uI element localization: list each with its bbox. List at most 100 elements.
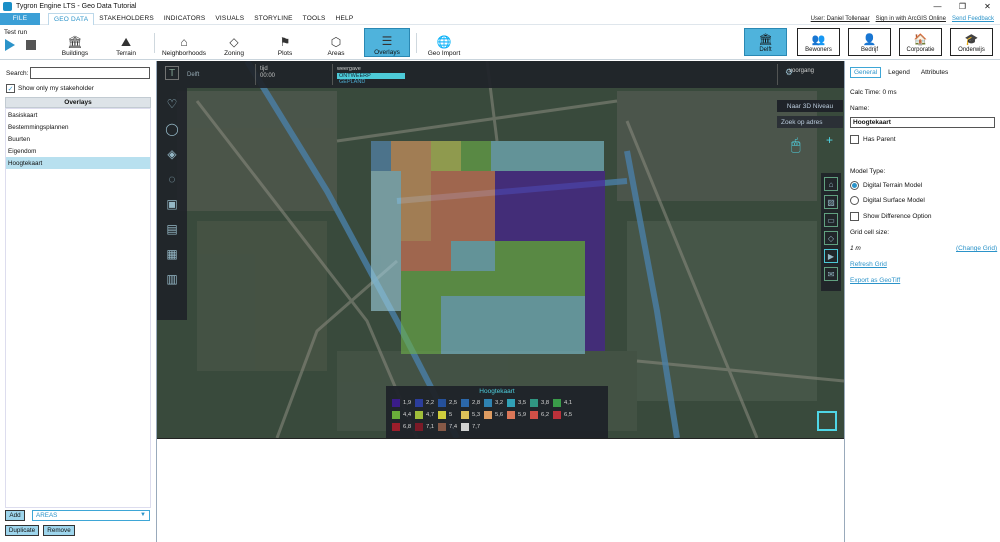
tool-terrain[interactable]: ⛰ Terrain — [110, 28, 142, 57]
change-grid-link[interactable]: (Change Grid) — [956, 245, 997, 252]
legend-value: 4,7 — [426, 412, 435, 418]
legend-entry: 5,3 — [461, 410, 484, 420]
arcgis-link[interactable]: Sign in with ArcGIS Online — [876, 16, 946, 22]
legend-entry: 3,2 — [484, 398, 507, 408]
legend-entry: 4,1 — [553, 398, 576, 408]
voorgang-label: voorgang — [789, 68, 815, 74]
legend-entry: 3,8 — [530, 398, 553, 408]
overlay-toggle-icon[interactable]: ▶ — [824, 249, 838, 263]
minimize-button[interactable]: — — [925, 0, 950, 13]
bubble-icon[interactable]: ◌ — [163, 170, 181, 188]
heart-icon[interactable]: ♡ — [163, 95, 181, 113]
legend-value: 4,4 — [403, 412, 412, 418]
properties-panel: General Legend Attributes Calc Time: 0 m… — [844, 61, 1000, 542]
tab-general[interactable]: General — [850, 67, 882, 78]
gepland-option[interactable]: GEPLAND — [337, 79, 405, 85]
name-input[interactable]: Hoogtekaart — [850, 117, 995, 128]
feedback-link[interactable]: Send Feedback — [952, 16, 994, 22]
legend-entry: 4,7 — [415, 410, 438, 420]
legend-value: 6,8 — [403, 424, 412, 430]
home-icon[interactable]: ⌂ — [824, 177, 838, 191]
remove-button[interactable]: Remove — [43, 525, 75, 536]
maximize-button[interactable]: ❐ — [950, 0, 975, 13]
tool-plots[interactable]: ⚑ Plots — [272, 28, 298, 57]
image-icon[interactable]: ▨ — [824, 195, 838, 209]
list-item[interactable]: Eigendom — [6, 145, 150, 157]
plus-icon[interactable]: + — [826, 133, 833, 147]
tool-geo-import[interactable]: 🌐 Geo Import — [426, 28, 462, 57]
menu-indicators[interactable]: INDICATORS — [159, 13, 211, 25]
stakeholder-delft[interactable]: 🏛 Delft — [744, 28, 787, 56]
stakeholder-icon: 👤 — [862, 34, 877, 46]
legend-swatch — [415, 411, 423, 419]
menu-storyline[interactable]: STORYLINE — [249, 13, 297, 25]
menu-stakeholders[interactable]: STAKEHOLDERS — [94, 13, 159, 25]
dtm-radio[interactable]: Digital Terrain Model — [850, 181, 922, 190]
list-icon[interactable]: ▦ — [163, 245, 181, 263]
tab-legend[interactable]: Legend — [884, 67, 914, 78]
legend-entry: 4,4 — [392, 410, 415, 420]
road-icon[interactable]: ▤ — [163, 220, 181, 238]
menu-visuals[interactable]: VISUALS — [210, 13, 249, 25]
plots-icon: ⚑ — [279, 35, 291, 49]
tool-areas[interactable]: ⬡ Areas — [322, 28, 350, 57]
list-item[interactable]: Basiskaart — [6, 109, 150, 121]
overlay-type-select[interactable]: AREAS ▼ — [32, 510, 150, 521]
menu-help[interactable]: HELP — [331, 13, 359, 25]
divider — [332, 64, 333, 85]
refresh-grid-link[interactable]: Refresh Grid — [850, 261, 887, 268]
naar-3d-button[interactable]: Naar 3D Niveau — [777, 100, 843, 112]
search-input[interactable] — [30, 67, 150, 79]
weergave-selector[interactable]: weergave ONTWEERP GEPLAND — [337, 66, 405, 85]
duplicate-button[interactable]: Duplicate — [5, 525, 39, 536]
menu-geo-data[interactable]: GEO DATA — [48, 12, 95, 25]
list-item[interactable]: Buurten — [6, 133, 150, 145]
tool-overlays[interactable]: ☰ Overlays — [364, 28, 410, 57]
file-menu[interactable]: FILE — [0, 12, 40, 25]
panel-icon[interactable]: ▭ — [824, 213, 838, 227]
message-icon[interactable]: ✉ — [824, 267, 838, 281]
search-label: Search: — [6, 70, 29, 77]
legend-value: 6,2 — [541, 412, 550, 418]
legend-value: 7,1 — [426, 424, 435, 430]
play-icon[interactable] — [5, 39, 15, 51]
stop-icon[interactable] — [26, 40, 36, 50]
satellite-map — [157, 61, 844, 438]
stakeholder-bedrijf[interactable]: 👤 Bedrijf — [848, 28, 891, 56]
tool-neighborhoods[interactable]: ⌂ Neighborhoods — [162, 28, 206, 57]
list-item[interactable]: Bestemmingsplannen — [6, 121, 150, 133]
dsm-radio[interactable]: Digital Surface Model — [850, 196, 925, 205]
stakeholder-onderwijs[interactable]: 🎓 Onderwijs — [950, 28, 993, 56]
stakeholder-corporatie[interactable]: 🏠 Corporatie — [899, 28, 942, 56]
menu-tools[interactable]: TOOLS — [298, 13, 331, 25]
doc-icon[interactable]: ▥ — [163, 270, 181, 288]
legend-value: 1,9 — [403, 400, 412, 406]
overlays-icon: ☰ — [381, 34, 393, 48]
fullscreen-icon[interactable] — [817, 411, 837, 431]
chat-icon[interactable]: ◯ — [163, 120, 181, 138]
difference-checkbox[interactable]: Show Difference Option — [850, 212, 932, 221]
overlays-header: Overlays — [5, 97, 151, 108]
user-bar: User: Daniel Tollenaar Sign in with ArcG… — [811, 13, 994, 25]
legend-swatch — [415, 399, 423, 407]
tool-buildings[interactable]: 🏛 Buildings — [60, 28, 90, 57]
show-only-stakeholder-checkbox[interactable]: ✓ Show only my stakeholder — [6, 84, 94, 93]
tab-attributes[interactable]: Attributes — [917, 67, 952, 78]
map-viewport[interactable]: T Delft tijd 00:00 weergave ONTWEERP GEPL… — [157, 61, 844, 438]
divider — [255, 64, 256, 85]
legend-value: 5,6 — [495, 412, 504, 418]
legend-value: 5,9 — [518, 412, 527, 418]
layers-icon[interactable]: ◇ — [824, 231, 838, 245]
address-search-input[interactable]: Zoek op adres — [777, 116, 843, 128]
add-button[interactable]: Add — [5, 510, 25, 521]
layer-icon[interactable]: ◈ — [163, 145, 181, 163]
mouse-icon: 🖱 — [791, 137, 801, 154]
has-parent-checkbox[interactable]: Has Parent — [850, 135, 896, 144]
user-link[interactable]: User: Daniel Tollenaar — [811, 16, 870, 22]
close-button[interactable]: ✕ — [975, 0, 1000, 13]
list-item[interactable]: Hoogtekaart — [6, 157, 150, 169]
tool-zoning[interactable]: ◇ Zoning — [220, 28, 248, 57]
export-geotiff-link[interactable]: Export as GeoTiff — [850, 277, 900, 284]
stakeholder-bewoners[interactable]: 👥 Bewoners — [797, 28, 840, 56]
building-tool-icon[interactable]: ▣ — [163, 195, 181, 213]
